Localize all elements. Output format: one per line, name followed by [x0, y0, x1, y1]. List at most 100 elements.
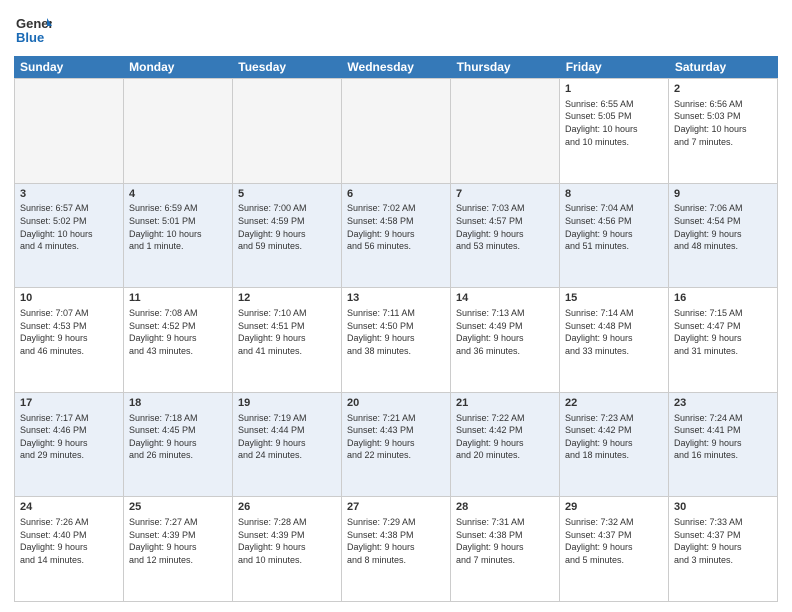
day-number: 2: [674, 82, 772, 97]
calendar-header-cell: Tuesday: [232, 56, 341, 78]
day-number: 25: [129, 500, 227, 515]
calendar-cell: 20Sunrise: 7:21 AM Sunset: 4:43 PM Dayli…: [342, 393, 451, 497]
calendar-cell: 22Sunrise: 7:23 AM Sunset: 4:42 PM Dayli…: [560, 393, 669, 497]
day-info: Sunrise: 6:57 AM Sunset: 5:02 PM Dayligh…: [20, 202, 118, 252]
calendar-cell: 2Sunrise: 6:56 AM Sunset: 5:03 PM Daylig…: [669, 79, 778, 183]
day-number: 26: [238, 500, 336, 515]
day-number: 13: [347, 291, 445, 306]
svg-text:Blue: Blue: [16, 30, 44, 45]
day-number: 30: [674, 500, 772, 515]
calendar-cell: 3Sunrise: 6:57 AM Sunset: 5:02 PM Daylig…: [15, 184, 124, 288]
day-info: Sunrise: 6:59 AM Sunset: 5:01 PM Dayligh…: [129, 202, 227, 252]
calendar-header-cell: Friday: [560, 56, 669, 78]
day-number: 5: [238, 187, 336, 202]
calendar-cell-empty: [124, 79, 233, 183]
day-number: 14: [456, 291, 554, 306]
day-info: Sunrise: 7:11 AM Sunset: 4:50 PM Dayligh…: [347, 307, 445, 357]
day-info: Sunrise: 7:27 AM Sunset: 4:39 PM Dayligh…: [129, 516, 227, 566]
day-info: Sunrise: 7:10 AM Sunset: 4:51 PM Dayligh…: [238, 307, 336, 357]
day-info: Sunrise: 7:15 AM Sunset: 4:47 PM Dayligh…: [674, 307, 772, 357]
day-info: Sunrise: 7:32 AM Sunset: 4:37 PM Dayligh…: [565, 516, 663, 566]
day-number: 7: [456, 187, 554, 202]
calendar-cell: 18Sunrise: 7:18 AM Sunset: 4:45 PM Dayli…: [124, 393, 233, 497]
calendar-cell: 15Sunrise: 7:14 AM Sunset: 4:48 PM Dayli…: [560, 288, 669, 392]
day-number: 23: [674, 396, 772, 411]
day-info: Sunrise: 7:14 AM Sunset: 4:48 PM Dayligh…: [565, 307, 663, 357]
day-info: Sunrise: 7:19 AM Sunset: 4:44 PM Dayligh…: [238, 412, 336, 462]
calendar-cell: 26Sunrise: 7:28 AM Sunset: 4:39 PM Dayli…: [233, 497, 342, 601]
day-number: 27: [347, 500, 445, 515]
day-number: 15: [565, 291, 663, 306]
calendar-cell-empty: [451, 79, 560, 183]
calendar-cell: 19Sunrise: 7:19 AM Sunset: 4:44 PM Dayli…: [233, 393, 342, 497]
calendar-cell: 14Sunrise: 7:13 AM Sunset: 4:49 PM Dayli…: [451, 288, 560, 392]
day-info: Sunrise: 6:56 AM Sunset: 5:03 PM Dayligh…: [674, 98, 772, 148]
calendar-header-cell: Monday: [123, 56, 232, 78]
header: General Blue: [14, 10, 778, 48]
day-info: Sunrise: 7:33 AM Sunset: 4:37 PM Dayligh…: [674, 516, 772, 566]
day-info: Sunrise: 6:55 AM Sunset: 5:05 PM Dayligh…: [565, 98, 663, 148]
day-info: Sunrise: 7:29 AM Sunset: 4:38 PM Dayligh…: [347, 516, 445, 566]
calendar-header-cell: Wednesday: [341, 56, 450, 78]
day-info: Sunrise: 7:02 AM Sunset: 4:58 PM Dayligh…: [347, 202, 445, 252]
calendar-cell-empty: [342, 79, 451, 183]
calendar-cell: 4Sunrise: 6:59 AM Sunset: 5:01 PM Daylig…: [124, 184, 233, 288]
calendar-cell: 23Sunrise: 7:24 AM Sunset: 4:41 PM Dayli…: [669, 393, 778, 497]
calendar-cell: 21Sunrise: 7:22 AM Sunset: 4:42 PM Dayli…: [451, 393, 560, 497]
day-info: Sunrise: 7:23 AM Sunset: 4:42 PM Dayligh…: [565, 412, 663, 462]
calendar-cell: 8Sunrise: 7:04 AM Sunset: 4:56 PM Daylig…: [560, 184, 669, 288]
calendar-header: SundayMondayTuesdayWednesdayThursdayFrid…: [14, 56, 778, 78]
calendar-cell: 30Sunrise: 7:33 AM Sunset: 4:37 PM Dayli…: [669, 497, 778, 601]
calendar-header-cell: Thursday: [451, 56, 560, 78]
logo: General Blue: [14, 10, 56, 48]
day-info: Sunrise: 7:04 AM Sunset: 4:56 PM Dayligh…: [565, 202, 663, 252]
calendar-cell: 6Sunrise: 7:02 AM Sunset: 4:58 PM Daylig…: [342, 184, 451, 288]
day-info: Sunrise: 7:26 AM Sunset: 4:40 PM Dayligh…: [20, 516, 118, 566]
calendar-cell: 27Sunrise: 7:29 AM Sunset: 4:38 PM Dayli…: [342, 497, 451, 601]
day-number: 3: [20, 187, 118, 202]
day-info: Sunrise: 7:13 AM Sunset: 4:49 PM Dayligh…: [456, 307, 554, 357]
calendar-row: 17Sunrise: 7:17 AM Sunset: 4:46 PM Dayli…: [14, 392, 778, 497]
day-info: Sunrise: 7:21 AM Sunset: 4:43 PM Dayligh…: [347, 412, 445, 462]
day-info: Sunrise: 7:00 AM Sunset: 4:59 PM Dayligh…: [238, 202, 336, 252]
day-number: 4: [129, 187, 227, 202]
calendar-cell: 11Sunrise: 7:08 AM Sunset: 4:52 PM Dayli…: [124, 288, 233, 392]
day-number: 20: [347, 396, 445, 411]
day-number: 28: [456, 500, 554, 515]
page: General Blue SundayMondayTuesdayWednesda…: [0, 0, 792, 612]
day-info: Sunrise: 7:18 AM Sunset: 4:45 PM Dayligh…: [129, 412, 227, 462]
day-number: 29: [565, 500, 663, 515]
calendar-cell: 10Sunrise: 7:07 AM Sunset: 4:53 PM Dayli…: [15, 288, 124, 392]
day-number: 10: [20, 291, 118, 306]
calendar-row: 1Sunrise: 6:55 AM Sunset: 5:05 PM Daylig…: [14, 78, 778, 183]
calendar-cell: 7Sunrise: 7:03 AM Sunset: 4:57 PM Daylig…: [451, 184, 560, 288]
calendar-cell: 16Sunrise: 7:15 AM Sunset: 4:47 PM Dayli…: [669, 288, 778, 392]
day-info: Sunrise: 7:07 AM Sunset: 4:53 PM Dayligh…: [20, 307, 118, 357]
day-number: 6: [347, 187, 445, 202]
calendar-header-cell: Saturday: [669, 56, 778, 78]
day-info: Sunrise: 7:24 AM Sunset: 4:41 PM Dayligh…: [674, 412, 772, 462]
day-info: Sunrise: 7:03 AM Sunset: 4:57 PM Dayligh…: [456, 202, 554, 252]
calendar-cell: 12Sunrise: 7:10 AM Sunset: 4:51 PM Dayli…: [233, 288, 342, 392]
logo-icon: General Blue: [14, 10, 52, 48]
day-number: 1: [565, 82, 663, 97]
day-info: Sunrise: 7:08 AM Sunset: 4:52 PM Dayligh…: [129, 307, 227, 357]
day-number: 21: [456, 396, 554, 411]
svg-text:General: General: [16, 16, 52, 31]
day-info: Sunrise: 7:31 AM Sunset: 4:38 PM Dayligh…: [456, 516, 554, 566]
calendar-cell-empty: [15, 79, 124, 183]
day-number: 11: [129, 291, 227, 306]
day-number: 9: [674, 187, 772, 202]
calendar: SundayMondayTuesdayWednesdayThursdayFrid…: [14, 56, 778, 602]
day-info: Sunrise: 7:17 AM Sunset: 4:46 PM Dayligh…: [20, 412, 118, 462]
calendar-cell: 5Sunrise: 7:00 AM Sunset: 4:59 PM Daylig…: [233, 184, 342, 288]
day-number: 18: [129, 396, 227, 411]
calendar-cell: 1Sunrise: 6:55 AM Sunset: 5:05 PM Daylig…: [560, 79, 669, 183]
calendar-cell: 24Sunrise: 7:26 AM Sunset: 4:40 PM Dayli…: [15, 497, 124, 601]
calendar-cell: 17Sunrise: 7:17 AM Sunset: 4:46 PM Dayli…: [15, 393, 124, 497]
calendar-row: 24Sunrise: 7:26 AM Sunset: 4:40 PM Dayli…: [14, 496, 778, 602]
calendar-header-cell: Sunday: [14, 56, 123, 78]
day-number: 24: [20, 500, 118, 515]
calendar-cell: 9Sunrise: 7:06 AM Sunset: 4:54 PM Daylig…: [669, 184, 778, 288]
day-number: 12: [238, 291, 336, 306]
